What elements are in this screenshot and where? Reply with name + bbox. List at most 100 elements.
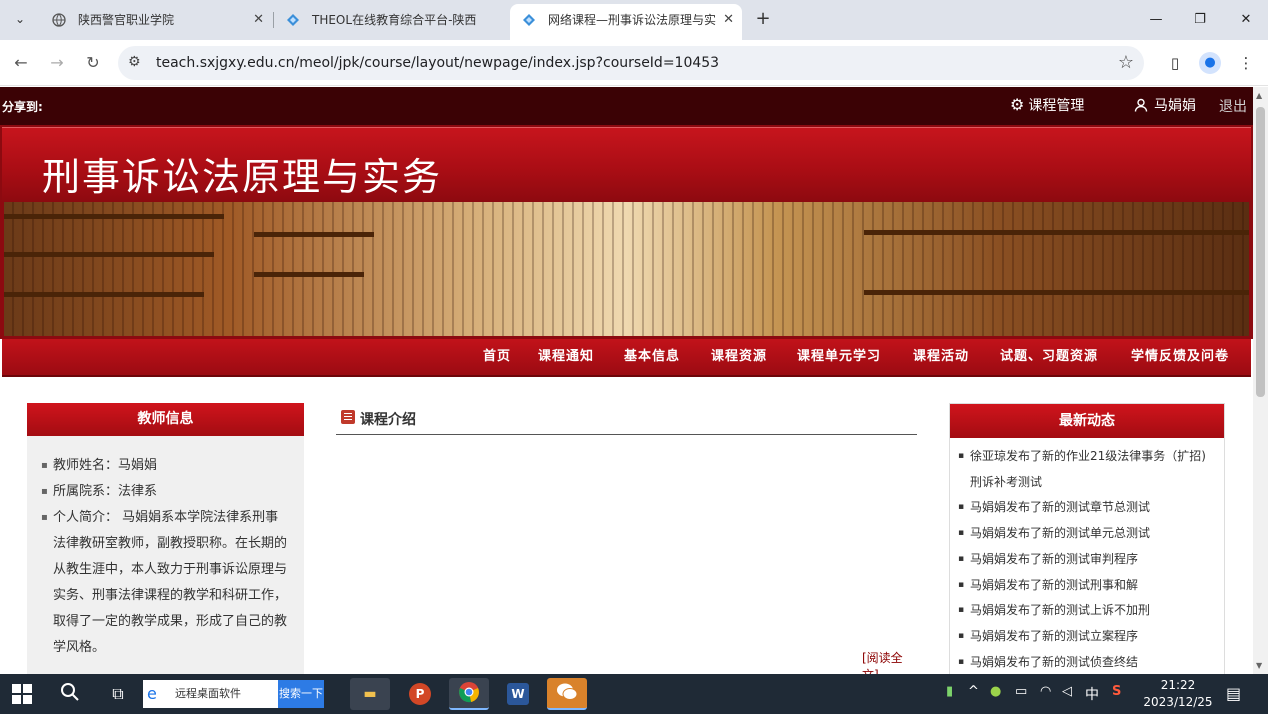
tab-search-icon[interactable]: ⌄ bbox=[8, 7, 32, 31]
news-item[interactable]: 徐亚琼发布了新的作业21级法律事务（扩招)刑诉补考测试 bbox=[958, 444, 1216, 495]
chevron-up-icon[interactable]: ^ bbox=[968, 684, 979, 699]
teacher-info-heading: 教师信息 bbox=[27, 403, 304, 436]
more-menu-icon[interactable]: ⋮ bbox=[1235, 52, 1257, 74]
news-item[interactable]: 马娟娟发布了新的测试立案程序 bbox=[958, 624, 1216, 650]
bookmark-star-icon[interactable]: ☆ bbox=[1118, 52, 1134, 73]
window-close-icon[interactable]: ✕ bbox=[1231, 8, 1261, 32]
page-scrollbar[interactable]: ▲ ▼ bbox=[1253, 87, 1268, 674]
scrollbar-thumb[interactable] bbox=[1256, 107, 1265, 397]
profile-avatar-icon[interactable]: ● bbox=[1199, 52, 1221, 74]
nav-exercises[interactable]: 试题、习题资源 bbox=[1000, 339, 1098, 375]
task-view-icon[interactable]: ⧉ bbox=[106, 682, 130, 706]
sogou-ime-icon[interactable]: S bbox=[1112, 684, 1121, 699]
windows-start-icon[interactable] bbox=[12, 684, 32, 704]
wechat-icon[interactable] bbox=[547, 678, 587, 710]
nav-home[interactable]: 首页 bbox=[483, 339, 511, 375]
shelf-line bbox=[254, 272, 364, 277]
reload-icon[interactable]: ↻ bbox=[80, 50, 106, 76]
clock-date: 2023/12/25 bbox=[1143, 695, 1213, 709]
wifi-icon[interactable]: ◠ bbox=[1040, 684, 1051, 699]
teacher-name: 教师姓名：马娟娟 bbox=[41, 453, 291, 479]
taskbar-search-button[interactable]: 搜索一下 bbox=[278, 680, 324, 708]
word-icon[interactable]: W bbox=[498, 678, 538, 710]
tab-title: THEOL在线教育综合平台-陕西 bbox=[312, 13, 477, 27]
clock[interactable]: 21:22 2023/12/25 bbox=[1138, 677, 1218, 711]
teacher-info-list: 教师姓名：马娟娟 所属院系：法律系 个人简介： 马娟娟系本学院法律系刑事法律教研… bbox=[41, 453, 291, 661]
windows-taskbar: ⧉ e 远程桌面软件 搜索一下 ▬ P W ▮ ● ^ ▭ ◠ ◁ 中 S 21… bbox=[0, 674, 1268, 714]
ie-icon: e bbox=[147, 684, 157, 703]
address-bar[interactable]: ⚙ teach.sxjgxy.edu.cn/meol/jpk/course/la… bbox=[118, 46, 1144, 80]
news-item[interactable]: 马娟娟发布了新的测试审判程序 bbox=[958, 547, 1216, 573]
user-icon bbox=[1134, 98, 1148, 112]
course-intro-header: 课程介绍 bbox=[336, 405, 917, 435]
shelf-line bbox=[4, 214, 224, 219]
nav-activities[interactable]: 课程活动 bbox=[913, 339, 969, 375]
forward-arrow-icon[interactable]: → bbox=[44, 50, 70, 76]
course-title: 刑事诉讼法原理与实务 bbox=[42, 155, 443, 199]
taskbar-search-box[interactable]: e 远程桌面软件 bbox=[143, 680, 278, 708]
new-tab-button[interactable]: + bbox=[750, 6, 776, 32]
scroll-up-icon[interactable]: ▲ bbox=[1256, 91, 1262, 100]
course-management-label: 课程管理 bbox=[1028, 98, 1085, 114]
theol-logo-icon bbox=[287, 14, 299, 26]
user-link[interactable]: 马娟娟 bbox=[1134, 95, 1196, 115]
security-shield-icon[interactable]: ● bbox=[990, 684, 1001, 699]
battery-status-icon[interactable]: ▭ bbox=[1015, 684, 1027, 699]
course-intro-heading: 课程介绍 bbox=[360, 412, 416, 428]
shelf-line bbox=[254, 232, 374, 237]
news-item[interactable]: 马娟娟发布了新的测试上诉不加刑 bbox=[958, 598, 1216, 624]
shelf-line bbox=[4, 292, 204, 297]
close-icon[interactable]: ✕ bbox=[719, 4, 734, 36]
powerpoint-icon[interactable]: P bbox=[400, 678, 440, 710]
top-strip: 分享到: ⚙ 课程管理 马娟娟 退出 bbox=[0, 87, 1253, 125]
volume-icon[interactable]: ◁ bbox=[1062, 684, 1072, 699]
news-list: 徐亚琼发布了新的作业21级法律事务（扩招)刑诉补考测试 马娟娟发布了新的测试章节… bbox=[958, 444, 1216, 674]
course-banner: 刑事诉讼法原理与实务 bbox=[0, 125, 1253, 339]
course-management-link[interactable]: ⚙ 课程管理 bbox=[1010, 95, 1084, 115]
tab-theol[interactable]: THEOL在线教育综合平台-陕西 bbox=[274, 4, 506, 40]
user-name: 马娟娟 bbox=[1154, 98, 1196, 114]
ime-indicator[interactable]: 中 bbox=[1085, 684, 1099, 704]
gear-icon: ⚙ bbox=[1010, 95, 1025, 114]
file-explorer-icon[interactable]: ▬ bbox=[350, 678, 390, 710]
read-more-link[interactable]: [阅读全文] bbox=[862, 649, 917, 674]
nav-basic-info[interactable]: 基本信息 bbox=[624, 339, 680, 375]
side-panel-icon[interactable]: ▯ bbox=[1164, 52, 1186, 74]
browser-toolbar: ← → ↻ ⚙ teach.sxjgxy.edu.cn/meol/jpk/cou… bbox=[0, 40, 1268, 86]
share-label: 分享到: bbox=[2, 100, 43, 114]
tab-college[interactable]: 陕西警官职业学院 ✕ bbox=[40, 4, 272, 40]
teacher-dept: 所属院系：法律系 bbox=[41, 479, 291, 505]
url-text: teach.sxjgxy.edu.cn/meol/jpk/course/layo… bbox=[156, 55, 720, 71]
browser-tabbar: ⌄ 陕西警官职业学院 ✕ THEOL在线教育综合平台-陕西 网络课程—刑事诉讼法… bbox=[0, 0, 1268, 40]
logout-link[interactable]: 退出 bbox=[1219, 96, 1247, 116]
nav-resources[interactable]: 课程资源 bbox=[711, 339, 767, 375]
clock-time: 21:22 bbox=[1160, 678, 1196, 692]
notification-icon[interactable]: ▤ bbox=[1226, 684, 1241, 703]
news-item[interactable]: 马娟娟发布了新的测试单元总测试 bbox=[958, 521, 1216, 547]
news-item[interactable]: 马娟娟发布了新的测试刑事和解 bbox=[958, 573, 1216, 599]
close-icon[interactable]: ✕ bbox=[253, 4, 264, 36]
restore-icon[interactable]: ❐ bbox=[1185, 8, 1215, 32]
shelf-line bbox=[864, 290, 1249, 295]
news-item[interactable]: 马娟娟发布了新的测试章节总测试 bbox=[958, 495, 1216, 521]
library-banner-image bbox=[4, 202, 1249, 336]
minimize-icon[interactable]: — bbox=[1141, 8, 1171, 32]
search-icon[interactable] bbox=[58, 682, 82, 706]
tab-course-active[interactable]: 网络课程—刑事诉讼法原理与实 ✕ bbox=[510, 4, 742, 40]
teacher-info-panel: 教师信息 教师姓名：马娟娟 所属院系：法律系 个人简介： 马娟娟系本学院法律系刑… bbox=[27, 403, 304, 674]
nav-unit-study[interactable]: 课程单元学习 bbox=[797, 339, 881, 375]
battery-icon[interactable]: ▮ bbox=[946, 684, 953, 699]
nav-notices[interactable]: 课程通知 bbox=[538, 339, 594, 375]
back-arrow-icon[interactable]: ← bbox=[8, 50, 34, 76]
latest-news-panel: 最新动态 徐亚琼发布了新的作业21级法律事务（扩招)刑诉补考测试 马娟娟发布了新… bbox=[949, 403, 1225, 674]
site-info-icon[interactable]: ⚙ bbox=[128, 54, 141, 70]
nav-feedback[interactable]: 学情反馈及问卷 bbox=[1131, 339, 1229, 375]
chrome-icon[interactable] bbox=[449, 678, 489, 710]
shelf-line bbox=[4, 252, 214, 257]
tab-title: 陕西警官职业学院 bbox=[78, 13, 175, 27]
scroll-down-icon[interactable]: ▼ bbox=[1256, 661, 1262, 670]
globe-icon bbox=[52, 13, 66, 27]
title-band: 刑事诉讼法原理与实务 bbox=[2, 127, 1251, 201]
news-item[interactable]: 马娟娟发布了新的测试侦查终结 bbox=[958, 650, 1216, 674]
tab-title: 网络课程—刑事诉讼法原理与实 bbox=[548, 13, 717, 27]
